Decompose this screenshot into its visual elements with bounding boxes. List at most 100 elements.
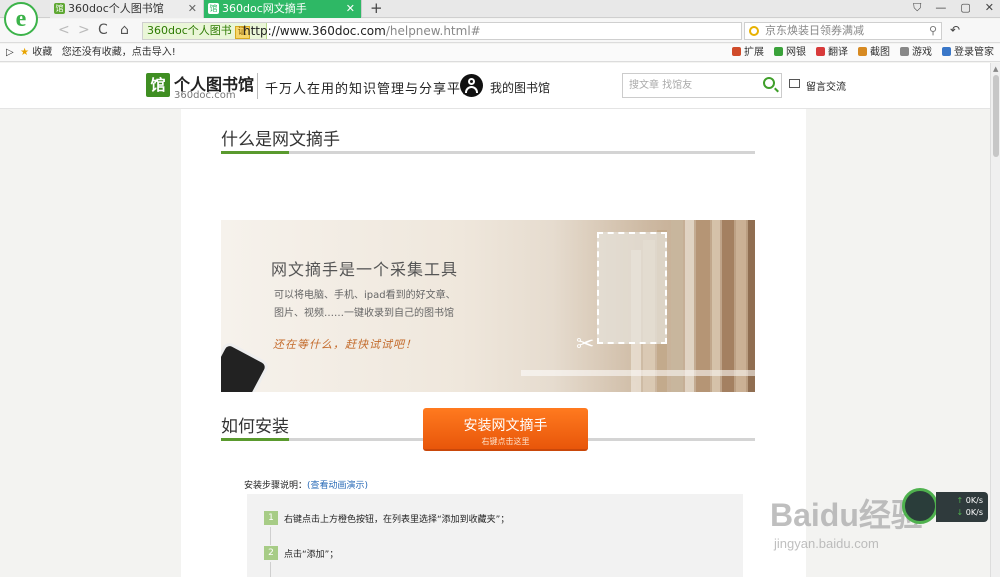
section-title-what: 什么是网文摘手 (221, 130, 340, 150)
close-tab-icon[interactable]: ✕ (188, 0, 197, 18)
banner-slogan: 还在等什么，赶快试试吧！ (273, 338, 417, 351)
scrollbar-thumb[interactable] (993, 75, 999, 157)
vertical-scrollbar[interactable]: ▲ (990, 63, 1000, 577)
speed-panel: ↑ 0K/s ↓ 0K/s (936, 492, 988, 522)
url-text: http://www.360doc.com/helpnew.html# (243, 23, 481, 39)
banner-title: 网文摘手是一个采集工具 (271, 260, 459, 279)
sidebar-toggle-icon[interactable]: ▷ (6, 47, 14, 58)
tool-login-manager[interactable]: 登录管家 (942, 44, 994, 61)
skin-icon[interactable]: ⛉ (913, 1, 921, 15)
watermark-sub: jingyan.baidu.com (774, 536, 879, 551)
site-header: 馆 个人图书馆 360doc.com 千万人在用的知识管理与分享平台 我的图书馆… (0, 63, 990, 109)
tool-label: 扩展 (744, 47, 764, 58)
address-bar: < > C ⌂ 360doc个人图书证 http://www.360doc.co… (0, 19, 1000, 43)
site-search-placeholder: 搜文章 找馆友 (629, 80, 693, 91)
home-button[interactable]: ⌂ (120, 22, 129, 38)
message-board-link[interactable]: 留言交流 (806, 78, 846, 93)
extensions-icon (732, 47, 741, 56)
shield-icon (774, 47, 783, 56)
star-icon: ★ (20, 47, 30, 58)
tool-label: 网银 (786, 47, 806, 58)
step-text: 右键点击上方橙色按钮，在列表里选择“添加到收藏夹”； (284, 515, 510, 525)
maximize-button[interactable]: ▢ (960, 1, 970, 15)
install-wenzhai-button[interactable]: 安装网文摘手 右键点击这里 (423, 408, 588, 451)
speed-ball-icon[interactable] (902, 488, 938, 524)
tool-translate[interactable]: 翻译 (816, 44, 848, 61)
tab-favicon-icon: 馆 (208, 3, 219, 14)
reload-button[interactable]: C (98, 22, 108, 38)
favorites-bar: ▷ ★ 收藏 您还没有收藏，点击导入! 扩展 网银 翻译 截图 游戏 登录管家 (0, 44, 1000, 62)
favorites-left: ▷ ★ 收藏 您还没有收藏，点击导入! (6, 44, 176, 61)
tool-screenshot[interactable]: 截图 (858, 44, 890, 61)
back-button[interactable]: < (58, 22, 70, 38)
main-content: 什么是网文摘手 ✂ 网文摘手是一个采集工具 可以将电脑、手机、ipad看到的好文… (181, 109, 806, 577)
step-connector (270, 527, 271, 545)
tab-360doc-library[interactable]: 馆 360doc个人图书馆 ✕ (50, 0, 204, 18)
tool-label: 登录管家 (954, 47, 994, 58)
steps-label-text: 安装步骤说明： (244, 481, 308, 491)
step-connector (270, 562, 271, 577)
my-library-link[interactable]: 我的图书馆 (490, 79, 550, 96)
tool-label: 截图 (870, 47, 890, 58)
tab-bar: 馆 360doc个人图书馆 ✕ 馆 360doc网文摘手 ✕ + ⛉ — ▢ ✕ (0, 0, 1000, 18)
tab-label: 360doc个人图书馆 (68, 2, 164, 15)
steps-label: 安装步骤说明：(查看动画演示) (244, 478, 368, 491)
gamepad-icon (900, 47, 909, 56)
scissors-icon: ✂ (576, 332, 595, 357)
upload-speed: ↑ 0K/s (956, 496, 983, 505)
import-favorites-hint[interactable]: 您还没有收藏，点击导入! (62, 47, 176, 58)
search-icon[interactable] (763, 77, 775, 89)
tool-extensions[interactable]: 扩展 (732, 44, 764, 61)
url-path: /helpnew.html# (385, 24, 481, 38)
toolbar-tools: 扩展 网银 翻译 截图 游戏 登录管家 (732, 44, 994, 61)
forward-button[interactable]: > (78, 22, 90, 38)
section-underline (221, 151, 755, 154)
screenshot-icon (858, 47, 867, 56)
demo-animation-link[interactable]: (查看动画演示) (307, 481, 368, 491)
user-avatar-icon[interactable] (460, 74, 483, 97)
tab-label: 360doc网文摘手 (222, 2, 307, 15)
site-slogan: 千万人在用的知识管理与分享平台 (265, 82, 476, 97)
message-icon[interactable] (789, 79, 800, 88)
phone-illustration (221, 340, 271, 392)
section-title-install: 如何安装 (221, 417, 289, 437)
translate-icon (816, 47, 825, 56)
header-divider (257, 73, 258, 99)
search-engine-icon (749, 26, 759, 36)
step-number: 1 (264, 511, 278, 525)
browser-logo-icon[interactable]: e (4, 2, 38, 36)
search-icon[interactable]: ⚲ (929, 23, 937, 39)
user-icon (942, 47, 951, 56)
site-search-input[interactable]: 搜文章 找馆友 (622, 73, 782, 98)
url-input[interactable]: 360doc个人图书证 http://www.360doc.com/helpne… (142, 22, 742, 40)
step-number: 2 (264, 546, 278, 560)
logo-url: 360doc.com (174, 90, 236, 101)
capture-frame (597, 232, 667, 344)
intro-banner: ✂ 网文摘手是一个采集工具 可以将电脑、手机、ipad看到的好文章、 图片、视频… (221, 220, 755, 392)
tool-games[interactable]: 游戏 (900, 44, 932, 61)
url-domain: http://www.360doc.com (243, 24, 386, 38)
install-button-label: 安装网文摘手 (463, 418, 548, 434)
undo-close-tab-button[interactable]: ↶ (950, 23, 960, 37)
tab-favicon-icon: 馆 (54, 3, 65, 14)
library-logo-icon[interactable]: 馆 (146, 73, 170, 97)
scroll-up-icon[interactable]: ▲ (993, 65, 998, 73)
tab-360doc-wenzhai[interactable]: 馆 360doc网文摘手 ✕ (204, 0, 362, 18)
tool-label: 翻译 (828, 47, 848, 58)
new-tab-button[interactable]: + (370, 0, 383, 17)
browser-search-input[interactable]: 京东焕装日领券满减 ⚲ (744, 22, 942, 40)
favorites-button[interactable]: 收藏 (32, 47, 52, 58)
browser-logo-letter: e (15, 5, 27, 32)
steps-box: 1 右键点击上方橙色按钮，在列表里选择“添加到收藏夹”； 2 点击“添加”； (247, 494, 743, 577)
minimize-button[interactable]: — (935, 1, 946, 15)
network-speed-widget[interactable]: ↑ 0K/s ↓ 0K/s (900, 488, 990, 524)
tool-label: 游戏 (912, 47, 932, 58)
site-chip-label: 360doc个人图书 (147, 24, 232, 37)
banner-desc-line2: 图片、视频……一键收录到自己的图书馆 (274, 308, 454, 319)
step-text: 点击“添加”； (284, 550, 339, 560)
install-button-sub: 右键点击这里 (481, 437, 530, 446)
close-tab-icon[interactable]: ✕ (346, 0, 355, 18)
window-controls: ⛉ — ▢ ✕ (913, 1, 994, 15)
close-window-button[interactable]: ✕ (985, 1, 994, 15)
tool-netbank[interactable]: 网银 (774, 44, 806, 61)
